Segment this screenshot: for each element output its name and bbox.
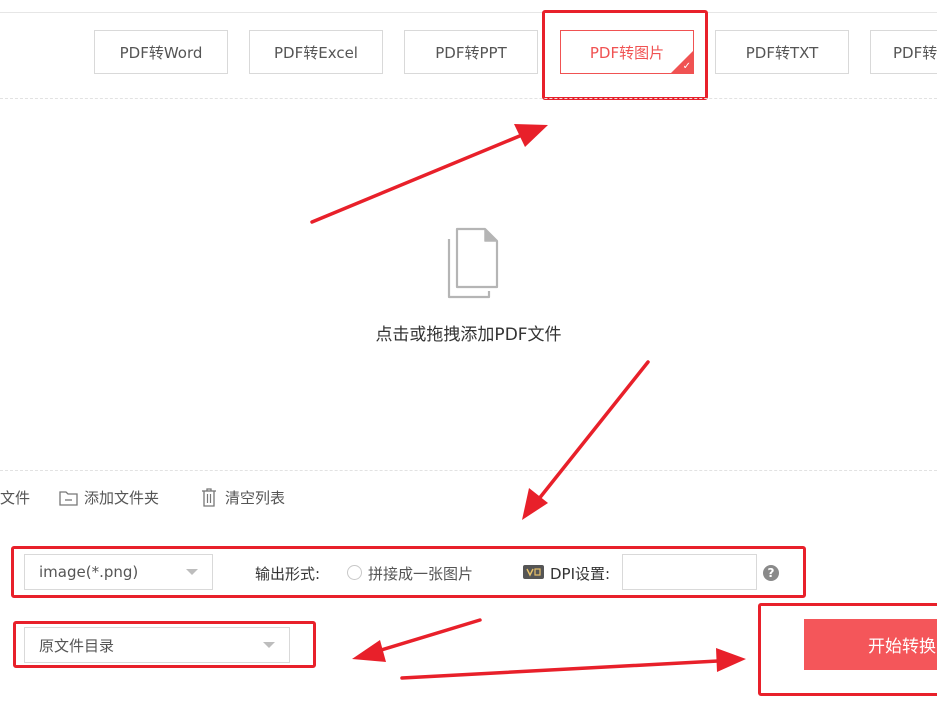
annotation-arrow-to-tab <box>310 124 548 224</box>
annotation-arrow-to-start <box>400 648 746 680</box>
annotation-arrow-to-settings <box>522 360 650 520</box>
annotation-arrow-to-output-dir <box>352 618 482 662</box>
annotation-arrows <box>310 124 746 680</box>
